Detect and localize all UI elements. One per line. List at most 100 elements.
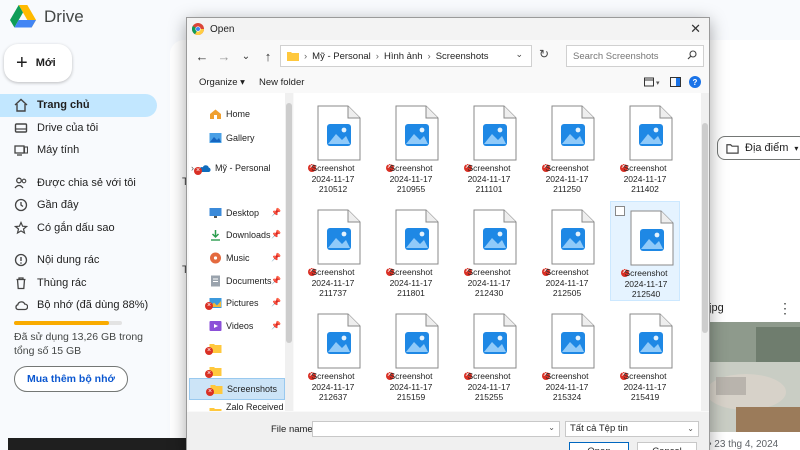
pin-icon[interactable]: 📌 (271, 208, 281, 217)
file-type-select[interactable]: Tất cả Tệp tin ⌄ (565, 421, 699, 437)
nav-pane-item[interactable]: Documents 📌 (189, 270, 285, 292)
file-item[interactable]: Screenshot2024-11-17210955 (376, 97, 446, 197)
navigation-pane: Home Gallery › × Mỹ - Personal Desktop 📌 Downlo… (189, 93, 285, 411)
nav-pane-item[interactable]: Music 📌 (189, 247, 285, 269)
address-bar[interactable]: › Mỹ - Personal › Hình ảnh › Screenshots… (280, 45, 532, 67)
nav-pane-item[interactable]: Zalo Received Fi (189, 401, 285, 411)
file-item[interactable]: Screenshot2024-11-17211101 (454, 97, 524, 197)
back-icon[interactable]: ← (191, 49, 213, 64)
file-item[interactable]: Screenshot2024-11-17215419 (610, 305, 680, 405)
sidebar-item-7[interactable]: Nội dung rác (0, 249, 160, 272)
scroll-thumb[interactable] (702, 123, 708, 333)
search-input[interactable]: Search Screenshots (566, 45, 704, 67)
pin-icon[interactable]: 📌 (271, 298, 281, 307)
pin-icon[interactable]: 📌 (271, 230, 281, 239)
file-item[interactable]: Screenshot2024-11-17215324 (532, 305, 602, 405)
image-file-icon (317, 105, 361, 161)
nav-pane-item[interactable]: › × Mỹ - Personal (189, 157, 285, 179)
file-item[interactable]: Screenshot2024-11-17212430 (454, 201, 524, 301)
file-name-line: Screenshot (467, 267, 511, 277)
close-icon[interactable]: ✕ (690, 21, 701, 37)
chevron-down-icon[interactable]: ⌄ (548, 423, 555, 432)
file-name-line: Screenshot (545, 267, 589, 277)
select-checkbox[interactable] (615, 206, 625, 216)
desktop-icon (209, 207, 222, 219)
storage-text: Đã sử dụng 13,26 GB trong tổng số 15 GB (14, 331, 144, 357)
address-row: ← → ⌄ ↑ › Mỹ - Personal › Hình ảnh › Scr… (187, 42, 709, 70)
plus-icon: + (16, 52, 28, 74)
sidebar-item-3[interactable]: Máy tính (0, 139, 160, 162)
nav-pane-item-label: Home (226, 109, 251, 119)
file-item[interactable]: Screenshot2024-11-17210512 (298, 97, 368, 197)
buy-storage-button[interactable]: Mua thêm bộ nhớ (14, 366, 128, 392)
sidebar-item-label: Trang chủ (37, 99, 90, 112)
file-item[interactable]: Screenshot2024-11-17212637 (298, 305, 368, 405)
breadcrumb-item[interactable]: Screenshots (436, 51, 489, 62)
nav-pane-item[interactable]: Desktop 📌 (189, 202, 285, 224)
sidebar-item-9[interactable]: Bộ nhớ (đã dùng 88%) (0, 294, 160, 317)
sidebar-item-8[interactable]: Thùng rác (0, 272, 160, 295)
star-icon (14, 220, 28, 235)
file-name-line: 2024-11-17 (389, 381, 433, 392)
file-name-line: 2024-11-17 (311, 173, 355, 184)
up-icon[interactable]: ↑ (257, 49, 279, 64)
nav-pane-item[interactable]: Videos 📌 (189, 315, 285, 337)
recent-locations-icon[interactable]: ⌄ (235, 51, 257, 62)
navigation-scrollbar[interactable] (285, 93, 293, 411)
new-folder-button[interactable]: New folder (259, 77, 304, 88)
sidebar-item-1[interactable]: Trang chủ (0, 94, 157, 117)
file-item[interactable]: Screenshot2024-11-17211402 (610, 97, 680, 197)
nav-pane-item[interactable]: Gallery (189, 127, 285, 149)
file-name-line: 210512 (318, 184, 348, 194)
nav-pane-item[interactable]: Home (189, 103, 285, 125)
pin-icon[interactable]: 📌 (271, 253, 281, 262)
file-thumbnail[interactable] (706, 322, 800, 432)
chevron-down-icon[interactable]: ⌄ (515, 49, 523, 60)
pin-icon[interactable]: 📌 (271, 276, 281, 285)
new-button[interactable]: + Mới (4, 44, 72, 82)
forward-icon[interactable]: → (213, 49, 235, 64)
file-grid-scrollbar[interactable] (701, 93, 709, 411)
scroll-thumb[interactable] (286, 103, 292, 343)
preview-pane-icon[interactable] (670, 77, 681, 87)
sidebar-item-5[interactable]: Gần đây (0, 194, 160, 217)
app-title: Drive (44, 6, 84, 26)
file-item[interactable]: Screenshot2024-11-17211801 (376, 201, 446, 301)
drive-logo-icon (10, 5, 36, 28)
location-filter-button[interactable]: Địa điểm ▾ (717, 136, 800, 160)
dialog-title: Open (210, 23, 235, 35)
help-icon[interactable]: ? (689, 76, 701, 88)
organize-button[interactable]: Organize ▾ (199, 77, 245, 88)
sidebar-item-6[interactable]: Có gắn dấu sao (0, 217, 160, 240)
more-options-icon[interactable]: ⋮ (778, 300, 792, 317)
breadcrumb-item[interactable]: Mỹ - Personal (312, 51, 371, 62)
file-name-line: 211801 (397, 288, 425, 298)
nav-pane-item-label: Downloads (226, 230, 271, 240)
breadcrumb-item[interactable]: Hình ảnh (384, 51, 423, 62)
sidebar-item-label: Drive của tôi (37, 121, 99, 134)
file-name-line: 2024-11-17 (467, 173, 511, 184)
file-item[interactable]: Screenshot2024-11-17211250 (532, 97, 602, 197)
refresh-icon[interactable]: ↻ (539, 47, 549, 61)
nav-pane-item[interactable]: × (189, 337, 285, 359)
file-item[interactable]: Screenshot2024-11-17215159 (376, 305, 446, 405)
nav-pane-item[interactable]: Downloads 📌 (189, 224, 285, 246)
drive-logo[interactable]: Drive (10, 5, 84, 28)
nav-pane-item[interactable]: × Pictures 📌 (189, 292, 285, 314)
file-item[interactable]: Screenshot2024-11-17211737 (298, 201, 368, 301)
view-options-icon[interactable]: ▾ (644, 77, 662, 87)
file-item[interactable]: Screenshot2024-11-17215255 (454, 305, 524, 405)
open-button[interactable]: Open (569, 442, 629, 450)
nav-pane-item[interactable]: × Screenshots (189, 378, 285, 400)
file-name-line: Screenshot (623, 371, 667, 381)
file-name-line: Screenshot (311, 371, 355, 381)
file-name: Screenshot 2024-11-17 215419 (610, 371, 680, 403)
cancel-button[interactable]: Cancel (637, 442, 697, 450)
file-item[interactable]: Screenshot2024-11-17212540 (610, 201, 680, 301)
pin-icon[interactable]: 📌 (271, 321, 281, 330)
sidebar-item-2[interactable]: Drive của tôi (0, 117, 160, 140)
filename-input[interactable]: ⌄ (312, 421, 560, 437)
sidebar-item-4[interactable]: Được chia sẻ với tôi (0, 172, 160, 195)
file-item[interactable]: Screenshot2024-11-17212505 (532, 201, 602, 301)
file-name-line: 2024-11-17 (467, 277, 511, 288)
